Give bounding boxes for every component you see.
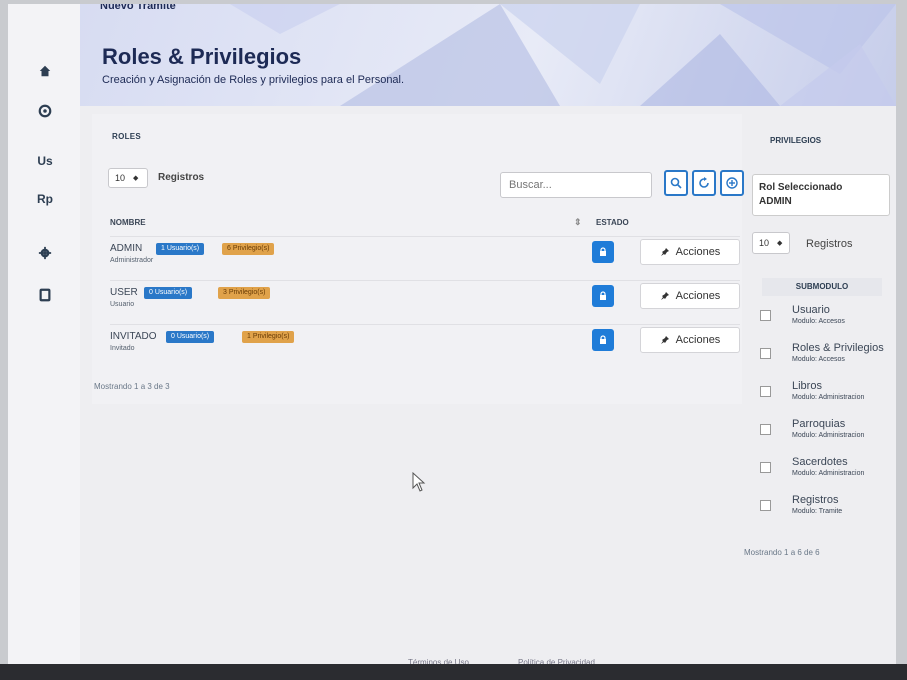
submodule-name: Parroquias	[792, 418, 846, 430]
table-row: USER 0 Usuario(s) 3 Privilegio(s) Usuari…	[110, 280, 740, 321]
roles-panel: ROLES 10 ◆ Registros NOMBRE ⇕ ESTADO ADM…	[92, 114, 744, 404]
submodule-module: Modulo: Accesos	[792, 356, 845, 363]
submodule-module: Modulo: Administracion	[792, 470, 865, 477]
submodule-name: Sacerdotes	[792, 456, 848, 468]
submodule-name: Libros	[792, 380, 822, 392]
table-row: ADMIN 1 Usuario(s) 6 Privilegio(s) Admin…	[110, 236, 740, 277]
lock-icon	[600, 335, 606, 344]
sidebar-item-rp[interactable]: Rp	[30, 188, 60, 210]
privileges-badge: 6 Privilegio(s)	[222, 243, 275, 255]
pin-icon	[660, 336, 669, 344]
actions-button[interactable]: Acciones	[640, 283, 740, 309]
roles-length-label: Registros	[158, 172, 205, 183]
lock-icon	[600, 247, 606, 256]
add-role-button[interactable]	[720, 170, 744, 196]
privilege-checkbox[interactable]	[760, 348, 771, 359]
gear-icon[interactable]	[30, 242, 60, 264]
sort-icon[interactable]: ⇕	[574, 217, 582, 228]
column-submodule[interactable]: SUBMODULO	[762, 278, 882, 296]
refresh-button[interactable]	[692, 170, 716, 196]
actions-label: Acciones	[675, 334, 721, 346]
submodule-name: Roles & Privilegios	[792, 342, 884, 354]
column-status[interactable]: ESTADO	[596, 218, 629, 227]
selected-role-value: ADMIN	[759, 196, 792, 207]
privilege-row: Sacerdotes Modulo: Administracion	[758, 454, 896, 486]
privileges-heading: PRIVILEGIOS	[770, 136, 822, 145]
screen: Us Rp Nuevo Tramite Roles & Privilegios …	[8, 4, 896, 667]
chevron-down-icon: ◆	[133, 175, 139, 182]
privileges-length-label: Registros	[806, 238, 853, 250]
privileges-table-info: Mostrando 1 a 6 de 6	[744, 548, 820, 557]
role-name: USER	[110, 287, 138, 298]
actions-label: Acciones	[675, 246, 721, 258]
breadcrumb[interactable]: Nuevo Tramite	[100, 4, 176, 12]
privilege-row: Usuario Modulo: Accesos	[758, 302, 896, 334]
users-badge: 0 Usuario(s)	[166, 331, 215, 343]
privilege-row: Libros Modulo: Administracion	[758, 378, 896, 410]
submodule-module: Modulo: Accesos	[792, 318, 845, 325]
users-badge: 1 Usuario(s)	[156, 243, 205, 255]
submodule-module: Modulo: Tramite	[792, 508, 843, 515]
privilege-checkbox[interactable]	[760, 310, 771, 321]
roles-heading: ROLES	[112, 132, 142, 141]
privileges-panel: PRIVILEGIOS Rol Seleccionado ADMIN 10 ◆ …	[742, 114, 896, 594]
sidebar-item-us[interactable]: Us	[30, 150, 60, 172]
privilege-checkbox[interactable]	[760, 424, 771, 435]
mouse-cursor-icon	[412, 472, 426, 492]
role-description: Usuario	[110, 301, 135, 308]
privileges-page-length-select[interactable]: 10 ◆	[752, 232, 790, 254]
table-row: INVITADO 0 Usuario(s) 1 Privilegio(s) In…	[110, 324, 740, 365]
column-name[interactable]: NOMBRE	[110, 218, 146, 227]
privilege-row: Registros Modulo: Tramite	[758, 492, 896, 524]
status-toggle-button[interactable]	[592, 285, 614, 307]
privilege-checkbox[interactable]	[760, 500, 771, 511]
search-button[interactable]	[664, 170, 688, 196]
actions-button[interactable]: Acciones	[640, 327, 740, 353]
role-name: INVITADO	[110, 331, 157, 342]
roles-page-length-select[interactable]: 10 ◆	[108, 168, 148, 188]
privileges-badge: 3 Privilegio(s)	[218, 287, 271, 299]
status-toggle-button[interactable]	[592, 329, 614, 351]
privilege-row: Parroquias Modulo: Administracion	[758, 416, 896, 448]
monitor-bezel	[0, 664, 907, 680]
submodule-name: Usuario	[792, 304, 830, 316]
privileges-page-length-value: 10	[759, 238, 770, 248]
plus-circle-icon	[726, 177, 738, 189]
lock-icon	[600, 291, 606, 300]
privilege-row: Roles & Privilegios Modulo: Accesos	[758, 340, 896, 372]
privilege-checkbox[interactable]	[760, 462, 771, 473]
page-subtitle: Creación y Asignación de Roles y privile…	[102, 74, 405, 86]
roles-search-input[interactable]	[500, 172, 652, 198]
actions-label: Acciones	[675, 290, 721, 302]
privilege-checkbox[interactable]	[760, 386, 771, 397]
roles-table-header: NOMBRE ⇕ ESTADO	[104, 214, 634, 232]
submodule-name: Registros	[792, 494, 839, 506]
selected-role-label: Rol Seleccionado	[759, 182, 843, 193]
roles-page-length-value: 10	[115, 173, 126, 183]
pin-icon	[660, 248, 669, 256]
home-icon[interactable]	[30, 60, 60, 82]
users-badge: 0 Usuario(s)	[144, 287, 193, 299]
chevron-down-icon: ◆	[777, 240, 783, 247]
search-icon	[670, 177, 682, 189]
roles-table-info: Mostrando 1 a 3 de 3	[94, 382, 170, 391]
role-name: ADMIN	[110, 243, 143, 254]
selected-role-field: Rol Seleccionado ADMIN	[752, 174, 890, 216]
sidebar: Us Rp	[8, 4, 80, 666]
circle-icon[interactable]	[30, 100, 60, 122]
role-description: Administrador	[110, 257, 154, 264]
page-title: Roles & Privilegios	[102, 44, 302, 69]
role-description: Invitado	[110, 345, 135, 352]
actions-button[interactable]: Acciones	[640, 239, 740, 265]
pin-icon	[660, 292, 669, 300]
status-toggle-button[interactable]	[592, 241, 614, 263]
privileges-badge: 1 Privilegio(s)	[242, 331, 295, 343]
square-icon[interactable]	[30, 284, 60, 306]
submodule-module: Modulo: Administracion	[792, 432, 865, 439]
submodule-module: Modulo: Administracion	[792, 394, 865, 401]
refresh-icon	[699, 177, 709, 188]
page-header-banner: Nuevo Tramite Roles & Privilegios Creaci…	[80, 4, 896, 106]
